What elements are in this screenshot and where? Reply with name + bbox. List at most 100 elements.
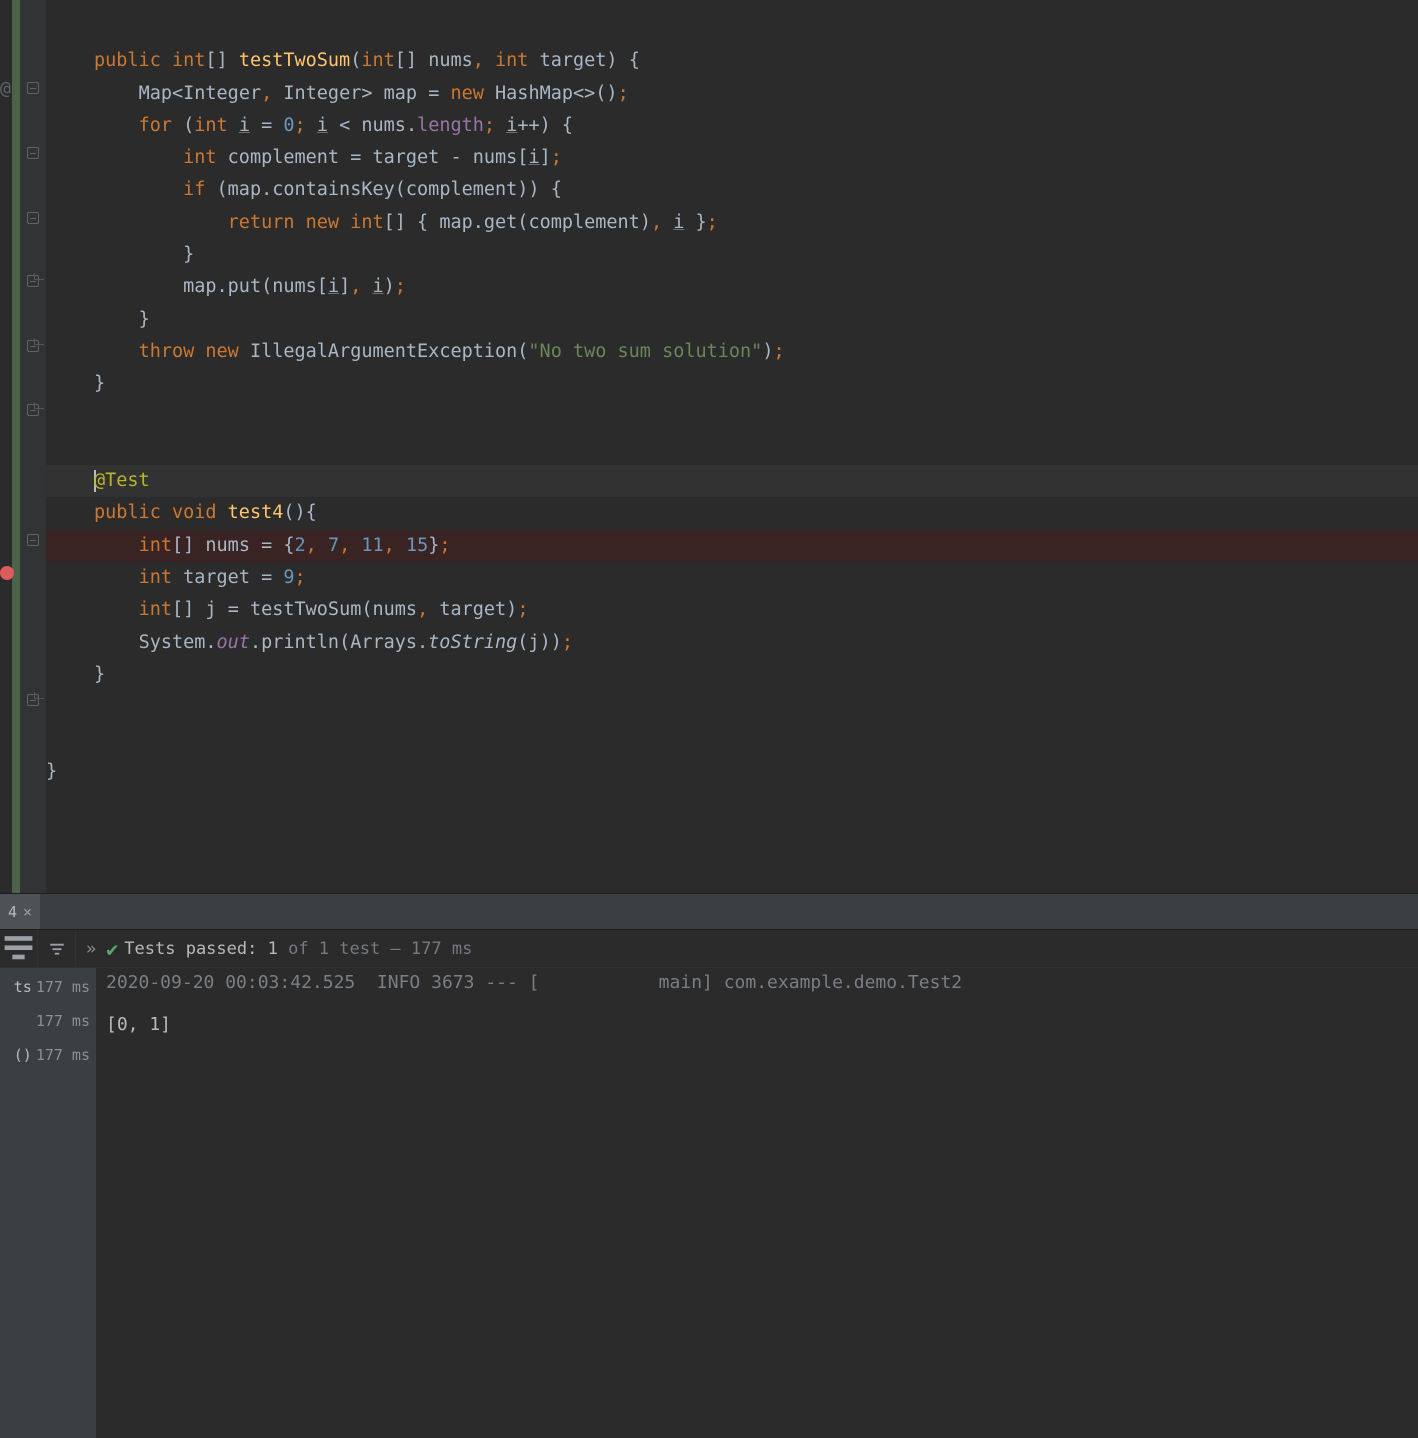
test-tree[interactable]: ts177 ms 177 ms ()177 ms — [0, 968, 96, 1438]
code-line[interactable]: public void test4(){ — [46, 497, 1418, 529]
code-line[interactable] — [46, 401, 1418, 433]
code-line[interactable]: System.out.println(Arrays.toString(j)); — [46, 627, 1418, 659]
code-line[interactable]: int target = 9; — [46, 562, 1418, 594]
static-method: toString — [428, 632, 517, 653]
code-line[interactable]: throw new IllegalArgumentException("No t… — [46, 336, 1418, 368]
identifier: complement — [228, 147, 339, 168]
results-area: ts177 ms 177 ms ()177 ms 2020-09-20 00:0… — [0, 968, 1418, 1438]
override-marker-icon: @ — [0, 78, 11, 99]
code-line[interactable] — [46, 691, 1418, 723]
code-line[interactable]: if (map.containsKey(complement)) { — [46, 174, 1418, 206]
keyword: throw — [139, 341, 195, 362]
identifier: i — [506, 115, 517, 136]
keyword: public — [94, 50, 161, 71]
number: 15 — [406, 535, 428, 556]
tests-prefix: Tests passed: — [124, 939, 267, 959]
identifier: complement — [528, 212, 639, 233]
identifier: nums — [473, 147, 518, 168]
method-name: test4 — [228, 502, 284, 523]
annotation: @Test — [94, 470, 150, 491]
identifier: j — [205, 599, 216, 620]
code-line[interactable]: Map<Integer, Integer> map = new HashMap<… — [46, 78, 1418, 110]
fold-gutter[interactable] — [20, 0, 46, 893]
console-output[interactable]: 2020-09-20 00:03:42.525 INFO 3673 --- [ … — [96, 968, 1418, 1438]
static-field: out — [217, 632, 250, 653]
keyword: int — [172, 50, 205, 71]
keyword: int — [361, 50, 394, 71]
keyword: int — [495, 50, 528, 71]
tree-row[interactable]: 177 ms — [0, 1004, 96, 1038]
identifier: nums — [428, 50, 473, 71]
number: 2 — [295, 535, 306, 556]
code-line[interactable]: int[] j = testTwoSum(nums, target); — [46, 594, 1418, 626]
identifier: nums — [205, 535, 250, 556]
keyword: return — [228, 212, 295, 233]
keyword: int — [139, 567, 172, 588]
fold-handle-icon[interactable] — [27, 212, 39, 224]
run-tab-strip: 4 × — [0, 894, 1418, 930]
number: 0 — [283, 115, 294, 136]
code-line[interactable]: } — [46, 368, 1418, 400]
code-line[interactable] — [46, 724, 1418, 756]
fold-close-icon[interactable] — [27, 694, 39, 706]
code-line[interactable]: } — [46, 239, 1418, 271]
identifier: target — [183, 567, 250, 588]
keyword: new — [450, 83, 483, 104]
type: IllegalArgumentException — [250, 341, 517, 362]
breakpoint-icon[interactable] — [0, 566, 14, 580]
method-call: put — [228, 276, 261, 297]
code-line[interactable]: } — [46, 304, 1418, 336]
code-content[interactable]: public int[] testTwoSum(int[] nums, int … — [46, 0, 1418, 893]
check-icon: ✔ — [106, 937, 118, 961]
tree-label: ts — [14, 978, 32, 996]
code-line[interactable] — [46, 13, 1418, 45]
keyword: new — [205, 341, 238, 362]
vcs-change-strip — [12, 0, 20, 893]
string-literal: "No two sum solution" — [528, 341, 762, 362]
code-line[interactable]: } — [46, 659, 1418, 691]
keyword: int — [183, 147, 216, 168]
identifier: i — [239, 115, 250, 136]
run-tab[interactable]: 4 × — [0, 894, 40, 929]
fold-handle-icon[interactable] — [27, 534, 39, 546]
identifier: map — [183, 276, 216, 297]
identifier: i — [673, 212, 684, 233]
code-editor[interactable]: @ public int[] testTwoSum(int[] nums, in… — [0, 0, 1418, 893]
close-icon[interactable]: × — [23, 903, 32, 921]
test-toolbar: » ✔ Tests passed: 1 of 1 test – 177 ms — [0, 930, 1418, 968]
keyword: for — [139, 115, 172, 136]
code-line[interactable]: for (int i = 0; i < nums.length; i++) { — [46, 110, 1418, 142]
code-line[interactable]: map.put(nums[i], i); — [46, 271, 1418, 303]
filter-button[interactable] — [38, 930, 76, 967]
fold-close-icon[interactable] — [27, 404, 39, 416]
tree-row[interactable]: ()177 ms — [0, 1038, 96, 1072]
toggle-layout-button[interactable] — [0, 930, 38, 967]
code-line-breakpoint[interactable]: int[] nums = {2, 7, 11, 15}; — [46, 530, 1418, 562]
expand-icon[interactable]: » — [86, 939, 96, 959]
tests-status: Tests passed: 1 of 1 test – 177 ms — [124, 939, 472, 959]
identifier: i — [328, 276, 339, 297]
tree-row[interactable]: ts177 ms — [0, 970, 96, 1004]
code-line[interactable] — [46, 433, 1418, 465]
code-line[interactable]: } — [46, 756, 1418, 788]
fold-handle-icon[interactable] — [27, 82, 39, 94]
fold-close-icon[interactable] — [27, 340, 39, 352]
code-line-current[interactable]: @Test — [46, 465, 1418, 497]
console-line: 2020-09-20 00:03:42.525 INFO 3673 --- [ … — [106, 972, 962, 993]
code-line[interactable]: return new int[] { map.get(complement), … — [46, 207, 1418, 239]
identifier: target — [372, 147, 439, 168]
keyword: new — [306, 212, 339, 233]
number: 9 — [283, 567, 294, 588]
identifier: nums — [361, 115, 406, 136]
identifier: map — [228, 179, 261, 200]
keyword: int — [139, 535, 172, 556]
fold-close-icon[interactable] — [27, 275, 39, 287]
identifier: complement — [406, 179, 517, 200]
method-call: containsKey — [272, 179, 395, 200]
method-call: testTwoSum — [250, 599, 361, 620]
tree-time: 177 ms — [36, 978, 90, 996]
type: System — [139, 632, 206, 653]
code-line[interactable]: int complement = target - nums[i]; — [46, 142, 1418, 174]
code-line[interactable]: public int[] testTwoSum(int[] nums, int … — [46, 45, 1418, 77]
fold-handle-icon[interactable] — [27, 147, 39, 159]
